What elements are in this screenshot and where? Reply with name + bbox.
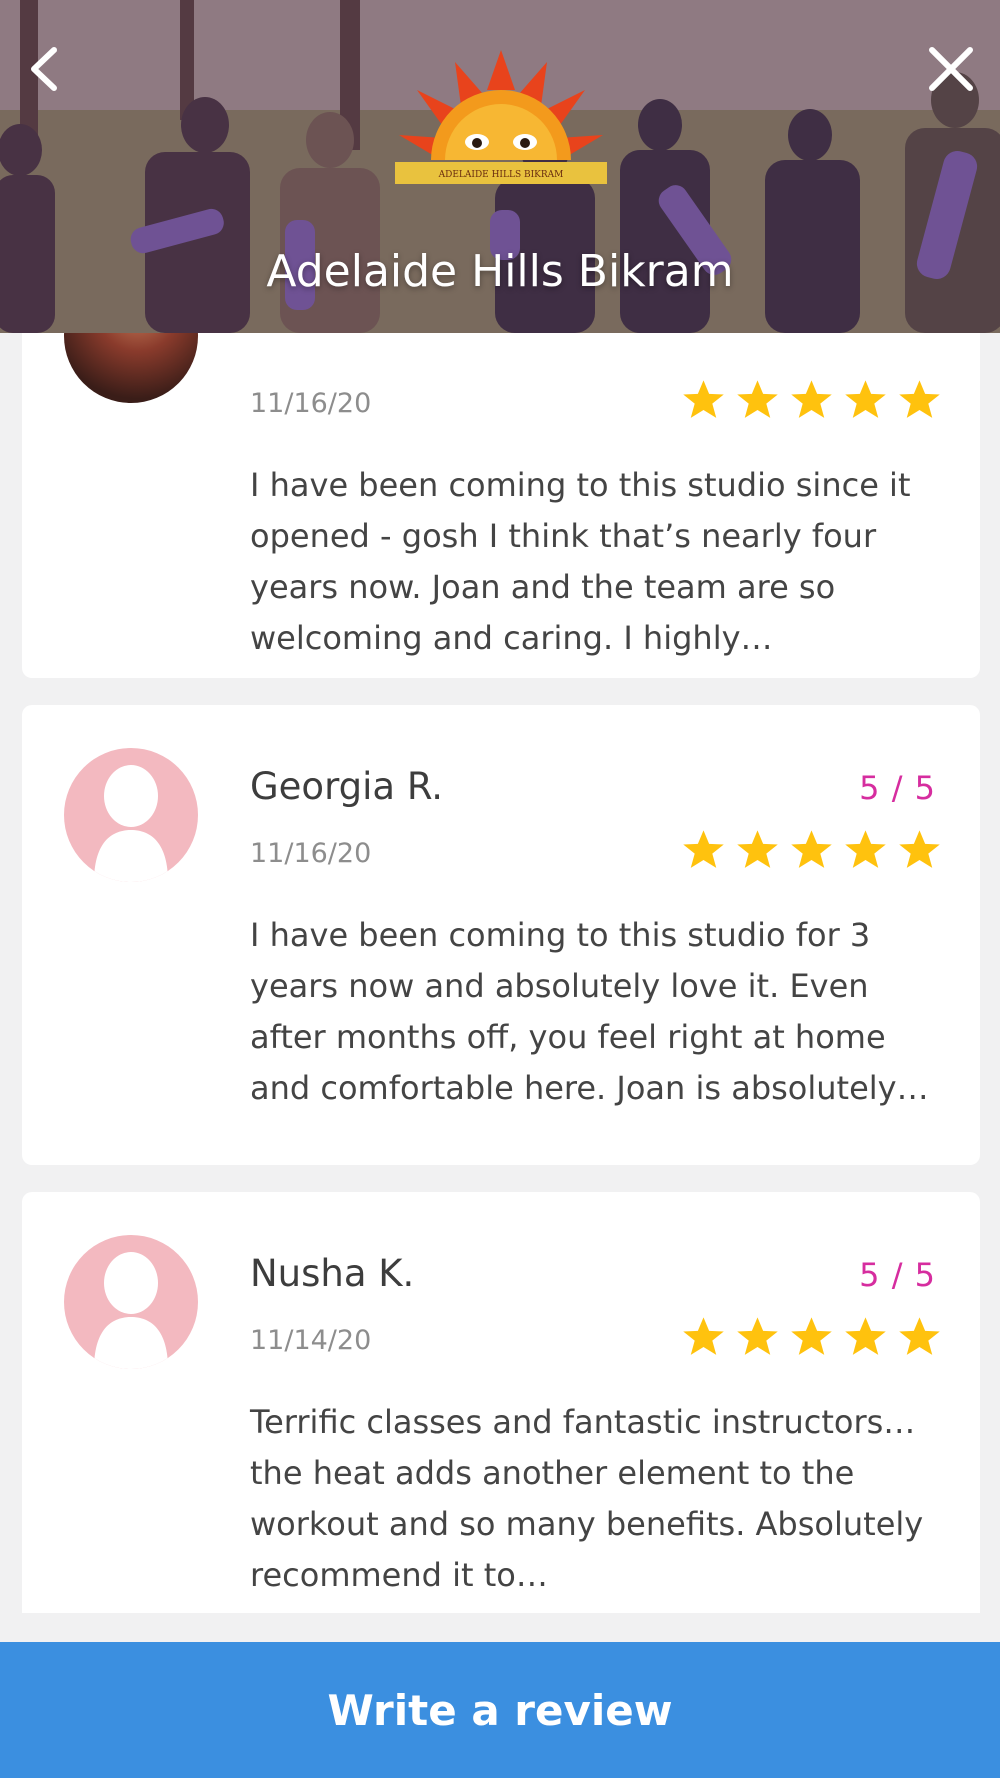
reviewer-avatar-placeholder xyxy=(64,1235,198,1369)
review-card: 11/16/20 I have been coming to this stud… xyxy=(22,333,980,678)
star-icon xyxy=(737,380,778,418)
close-icon xyxy=(929,47,973,91)
back-button[interactable] xyxy=(22,44,72,94)
star-icon xyxy=(791,830,832,868)
star-rating xyxy=(681,1314,942,1359)
star-rating xyxy=(681,827,942,872)
star-icon xyxy=(899,1317,940,1355)
review-date: 11/14/20 xyxy=(250,1325,372,1356)
reviews-list[interactable]: 11/16/20 I have been coming to this stud… xyxy=(0,333,1000,1613)
star-icon xyxy=(791,380,832,418)
star-icon xyxy=(737,830,778,868)
page-title: Adelaide Hills Bikram xyxy=(266,246,734,297)
star-icon xyxy=(899,380,940,418)
studio-logo: ADELAIDE HILLS BIKRAM xyxy=(395,50,607,184)
logo-banner-text: ADELAIDE HILLS BIKRAM xyxy=(438,170,564,180)
review-card: Georgia R. 5 / 5 11/16/20 I have been co… xyxy=(22,705,980,1165)
star-icon xyxy=(737,1317,778,1355)
star-icon xyxy=(845,380,886,418)
write-review-button[interactable]: Write a review xyxy=(0,1642,1000,1778)
review-card: Nusha K. 5 / 5 11/14/20 Terrific classes… xyxy=(22,1192,980,1613)
person-silhouette-icon xyxy=(94,765,168,882)
reviewer-avatar-placeholder xyxy=(64,748,198,882)
reviewer-name: Nusha K. xyxy=(250,1252,415,1295)
reviewer-avatar xyxy=(64,333,198,403)
review-date: 11/16/20 xyxy=(250,388,372,419)
star-icon xyxy=(899,830,940,868)
studio-header: ADELAIDE HILLS BIKRAM Adelaide Hills Bik… xyxy=(0,0,1000,333)
star-icon xyxy=(791,1317,832,1355)
review-text: I have been coming to this studio since … xyxy=(250,466,911,657)
chevron-left-icon xyxy=(31,47,57,91)
person-silhouette-icon xyxy=(94,1252,168,1369)
review-text: Terrific classes and fantastic instructo… xyxy=(250,1403,924,1594)
star-icon xyxy=(845,1317,886,1355)
star-icon xyxy=(683,380,724,418)
review-date: 11/16/20 xyxy=(250,838,372,869)
star-icon xyxy=(845,830,886,868)
rating-score: 5 / 5 xyxy=(859,1256,936,1294)
star-icon xyxy=(683,1317,724,1355)
rating-score: 5 / 5 xyxy=(859,769,936,807)
reviewer-name: Georgia R. xyxy=(250,765,443,808)
star-icon xyxy=(683,830,724,868)
review-text: I have been coming to this studio for 3 … xyxy=(250,916,929,1107)
close-button[interactable] xyxy=(926,44,976,94)
star-rating xyxy=(681,377,942,422)
